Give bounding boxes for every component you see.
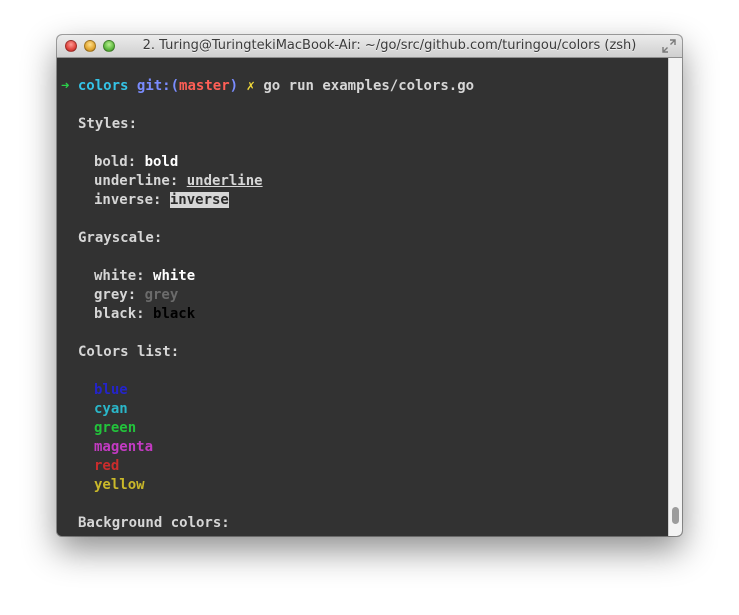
color-item-red: red	[94, 458, 120, 474]
git-prefix: git:(	[136, 78, 180, 94]
white-sample: white	[153, 268, 196, 284]
color-item-yellow: yellow	[94, 477, 145, 493]
white-line: white: white	[61, 267, 662, 286]
styles-header: Styles:	[78, 116, 138, 132]
black-label: black:	[94, 306, 154, 322]
output-lines: ➜ colors git:(master) ✗ go run examples/…	[61, 77, 662, 533]
inverse-sample: inverse	[169, 192, 229, 208]
scrollbar-thumb[interactable]	[672, 507, 679, 524]
color-item-magenta: magenta	[94, 439, 154, 455]
command-text: go run examples/colors.go	[263, 78, 475, 94]
color-item-blue: blue	[94, 382, 128, 398]
black-sample: black	[153, 306, 196, 322]
git-branch: master	[179, 78, 230, 94]
colors-header: Colors list:	[78, 344, 180, 360]
grayscale-header: Grayscale:	[78, 230, 163, 246]
color-item-green: green	[94, 420, 137, 436]
bold-sample: bold	[144, 154, 179, 170]
fullscreen-icon[interactable]	[662, 39, 676, 53]
underline-line: underline: underline	[61, 172, 662, 191]
inverse-line: inverse: inverse	[61, 191, 662, 210]
current-directory: colors	[77, 78, 129, 94]
grey-line: grey: grey	[61, 286, 662, 305]
colors-list: blue cyan green magenta red yellow	[61, 381, 662, 495]
prompt-line: ➜ colors git:(master) ✗ go run examples/…	[61, 77, 662, 96]
window-title: 2. Turing@TuringtekiMacBook-Air: ~/go/sr…	[142, 38, 637, 53]
dirty-indicator-icon: ✗	[246, 78, 255, 94]
white-label: white:	[94, 268, 154, 284]
grey-label: grey:	[94, 287, 145, 303]
title-bar[interactable]: 2. Turing@TuringtekiMacBook-Air: ~/go/sr…	[57, 35, 682, 58]
underline-label: underline:	[94, 173, 187, 189]
scrollbar[interactable]	[668, 58, 682, 536]
minimize-button[interactable]	[84, 40, 96, 52]
color-item-cyan: cyan	[94, 401, 128, 417]
grey-sample: grey	[144, 287, 179, 303]
traffic-lights	[65, 40, 115, 52]
background-header: Background colors:	[78, 515, 230, 531]
terminal-window: 2. Turing@TuringtekiMacBook-Air: ~/go/sr…	[57, 35, 682, 536]
zoom-button[interactable]	[103, 40, 115, 52]
inverse-label: inverse:	[94, 192, 170, 208]
bold-label: bold:	[94, 154, 145, 170]
close-button[interactable]	[65, 40, 77, 52]
prompt-arrow-icon: ➜	[61, 78, 70, 94]
bold-line: bold: bold	[61, 153, 662, 172]
black-line: black: black	[61, 305, 662, 324]
underline-sample: underline	[186, 173, 263, 189]
terminal-output[interactable]: ➜ colors git:(master) ✗ go run examples/…	[57, 58, 682, 536]
git-suffix: )	[229, 78, 239, 94]
